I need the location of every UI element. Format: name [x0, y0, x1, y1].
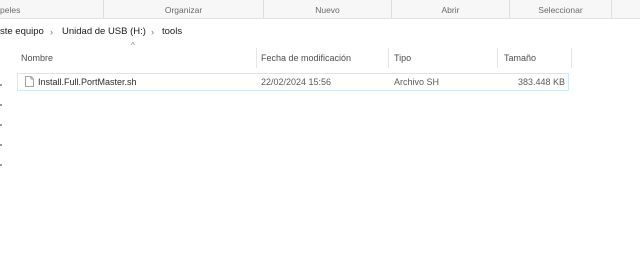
- ribbon-group-label: Seleccionar: [538, 5, 583, 15]
- column-resize-handle[interactable]: [497, 48, 498, 68]
- file-size: 383.448 KB: [517, 77, 565, 87]
- column-header-date[interactable]: Fecha de modificación: [261, 44, 386, 72]
- column-header-name[interactable]: Nombre: [21, 44, 251, 72]
- ribbon-group-clipboard[interactable]: peles: [0, 0, 104, 18]
- ribbon-toolbar: peles Organizar Nuevo Abrir Seleccionar: [0, 0, 640, 19]
- chevron-right-icon[interactable]: ›: [151, 20, 154, 44]
- column-header-label: Fecha de modificación: [261, 53, 352, 63]
- document-icon: [25, 76, 34, 87]
- chevron-right-icon[interactable]: ›: [50, 20, 53, 44]
- column-resize-handle[interactable]: [388, 48, 389, 68]
- ribbon-group-new[interactable]: Nuevo: [264, 0, 392, 18]
- column-header-size[interactable]: Tamaño: [504, 44, 570, 72]
- file-date: 22/02/2024 15:56: [261, 77, 332, 87]
- column-resize-handle[interactable]: [256, 48, 257, 68]
- breadcrumb: ste equipo › Unidad de USB (H:) › tools: [0, 20, 640, 44]
- navigation-pane-edge: [0, 70, 3, 250]
- ribbon-group-label: peles: [0, 5, 21, 15]
- column-header-type[interactable]: Tipo: [394, 44, 494, 72]
- column-header-label: Nombre: [21, 53, 54, 63]
- file-type: Archivo SH: [394, 77, 440, 87]
- column-header-label: Tamaño: [504, 53, 537, 63]
- ribbon-group-label: Organizar: [164, 5, 203, 15]
- nav-expander-icon[interactable]: [0, 84, 2, 86]
- ribbon-group-select[interactable]: Seleccionar: [510, 0, 612, 18]
- column-resize-handle[interactable]: [571, 48, 572, 68]
- breadcrumb-item-tools[interactable]: tools: [162, 20, 182, 44]
- breadcrumb-item-this-pc[interactable]: ste equipo: [0, 20, 44, 44]
- nav-expander-icon[interactable]: [0, 104, 2, 106]
- nav-expander-icon[interactable]: [0, 124, 2, 126]
- ribbon-group-label: Abrir: [441, 5, 460, 15]
- file-name: Install.Full.PortMaster.sh: [38, 77, 137, 87]
- nav-expander-icon[interactable]: [0, 164, 2, 166]
- ribbon-group-open[interactable]: Abrir: [392, 0, 510, 18]
- nav-expander-icon[interactable]: [0, 144, 2, 146]
- column-header-label: Tipo: [394, 53, 412, 63]
- file-row[interactable]: Install.Full.PortMaster.sh 22/02/2024 15…: [17, 73, 569, 91]
- ribbon-group-organize[interactable]: Organizar: [104, 0, 264, 18]
- ribbon-group-label: Nuevo: [315, 5, 340, 15]
